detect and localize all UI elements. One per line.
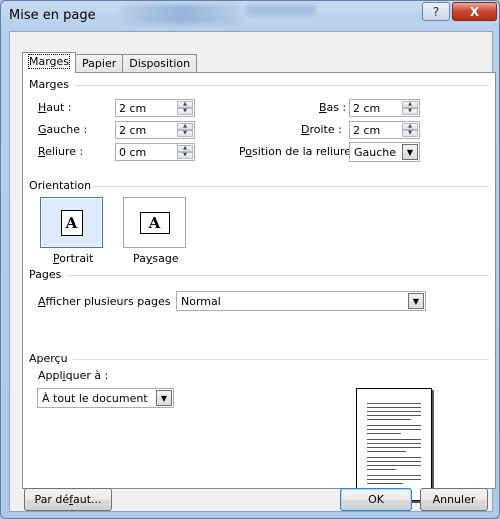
reliure-label: Reliure : — [38, 145, 84, 158]
paysage-option[interactable]: A — [123, 197, 186, 248]
par-defaut-label: Par défaut... — [34, 493, 102, 506]
preview-text-line — [367, 419, 411, 420]
close-button[interactable]: X — [452, 2, 497, 21]
spin-down-icon[interactable]: ▼ — [177, 152, 193, 159]
preview-text-line — [367, 439, 421, 440]
gauche-label: Gauche : — [38, 123, 88, 136]
blurred-background-title — [121, 4, 241, 24]
blurred-background-title-2 — [246, 4, 316, 16]
dropdown-arrow-icon[interactable]: ▼ — [402, 144, 418, 160]
spin-up-icon[interactable]: ▲ — [402, 123, 418, 130]
preview-text-line — [367, 407, 421, 408]
preview-section-label: Aperçu — [29, 352, 68, 365]
haut-label: Haut : — [38, 101, 72, 114]
dropdown-arrow-icon[interactable]: ▼ — [408, 293, 424, 309]
tab-marges-label: Marges — [27, 54, 71, 69]
apply-to-label: Appliquer à : — [38, 369, 109, 382]
preview-text-line — [367, 403, 421, 404]
dropdown-arrow-icon[interactable]: ▼ — [156, 390, 172, 406]
preview-text-line — [367, 447, 421, 448]
pages-separator — [67, 275, 489, 276]
dialog-title: Mise en page — [9, 8, 96, 23]
spin-up-icon[interactable]: ▲ — [177, 123, 193, 130]
dialog-window: Mise en page ? X Marges Papier Dispositi… — [0, 0, 500, 519]
spin-down-icon[interactable]: ▼ — [177, 108, 193, 115]
margins-separator — [75, 85, 489, 86]
preview-text-line — [367, 425, 421, 426]
ok-button[interactable]: OK — [340, 488, 412, 511]
preview-text-line — [367, 475, 421, 476]
page-preview — [356, 388, 432, 501]
spin-down-icon[interactable]: ▼ — [402, 130, 418, 137]
ok-label: OK — [368, 493, 384, 506]
reliure-value: 0 cm — [119, 146, 147, 159]
spin-up-icon[interactable]: ▲ — [177, 145, 193, 152]
landscape-page-icon: A — [139, 211, 170, 234]
apply-to-value: À tout le document — [42, 392, 148, 405]
portrait-page-icon: A — [60, 209, 83, 236]
bas-label: Bas : — [319, 101, 347, 114]
preview-text-line — [367, 411, 421, 412]
margins-section-label: Marges — [29, 78, 70, 91]
afficher-plusieurs-pages-label: Afficher plusieurs pages — [38, 295, 171, 308]
title-bar[interactable]: Mise en page ? X — [1, 1, 499, 31]
spin-down-icon[interactable]: ▼ — [402, 108, 418, 115]
portrait-option[interactable]: A — [40, 197, 103, 248]
preview-text-line — [367, 429, 421, 430]
preview-text-line — [367, 465, 421, 466]
preview-text-line — [367, 457, 421, 458]
help-icon: ? — [432, 4, 440, 19]
spin-down-icon[interactable]: ▼ — [177, 130, 193, 137]
position-reliure-select[interactable]: Gauche ▼ — [349, 142, 420, 162]
paysage-label: Paysage — [133, 252, 179, 265]
position-reliure-value: Gauche — [354, 146, 397, 159]
tab-panel-marges: Marges Haut : 2 cm ▲ ▼ Gauche : 2 cm ▲ ▼ R… — [22, 72, 496, 501]
par-defaut-button[interactable]: Par défaut... — [24, 488, 112, 511]
preview-text-line — [367, 451, 406, 452]
help-button[interactable]: ? — [422, 2, 450, 21]
preview-text-line — [367, 479, 421, 480]
haut-value: 2 cm — [119, 102, 147, 115]
preview-text-line — [367, 483, 403, 484]
tab-strip: Marges Papier Disposition — [22, 52, 198, 73]
droite-spin-field[interactable]: 2 cm ▲ ▼ — [349, 121, 420, 139]
tab-papier-label: Papier — [82, 57, 117, 70]
bas-spin-field[interactable]: 2 cm ▲ ▼ — [349, 99, 420, 117]
portrait-label: Portrait — [53, 252, 94, 265]
gauche-value: 2 cm — [119, 124, 147, 137]
preview-text-line — [367, 443, 421, 444]
tab-marges[interactable]: Marges — [22, 52, 77, 73]
dialog-client-area: Marges Papier Disposition Marges Haut : … — [9, 31, 496, 512]
preview-separator — [73, 359, 489, 360]
preview-text-line — [367, 469, 396, 470]
droite-value: 2 cm — [353, 124, 381, 137]
haut-spin-field[interactable]: 2 cm ▲ ▼ — [115, 99, 195, 117]
preview-text-line — [367, 415, 421, 416]
orientation-separator — [93, 186, 489, 187]
bas-value: 2 cm — [353, 102, 381, 115]
tab-disposition[interactable]: Disposition — [122, 54, 198, 73]
afficher-plusieurs-pages-value: Normal — [181, 295, 221, 308]
close-icon: X — [469, 4, 480, 19]
droite-label: Droite : — [301, 123, 342, 136]
preview-text-line — [367, 461, 421, 462]
preview-text-line — [367, 433, 401, 434]
gauche-spin-field[interactable]: 2 cm ▲ ▼ — [115, 121, 195, 139]
afficher-plusieurs-pages-select[interactable]: Normal ▼ — [176, 291, 426, 311]
spin-up-icon[interactable]: ▲ — [402, 101, 418, 108]
orientation-section-label: Orientation — [29, 179, 92, 192]
tab-disposition-label: Disposition — [129, 57, 191, 70]
apply-to-select[interactable]: À tout le document ▼ — [37, 388, 174, 408]
reliure-spin-field[interactable]: 0 cm ▲ ▼ — [115, 143, 195, 161]
pages-section-label: Pages — [29, 268, 62, 281]
spin-up-icon[interactable]: ▲ — [177, 101, 193, 108]
cancel-label: Annuler — [432, 493, 476, 506]
tab-papier[interactable]: Papier — [75, 54, 124, 73]
position-reliure-label: Position de la reliure — [239, 145, 352, 158]
cancel-button[interactable]: Annuler — [420, 488, 488, 511]
